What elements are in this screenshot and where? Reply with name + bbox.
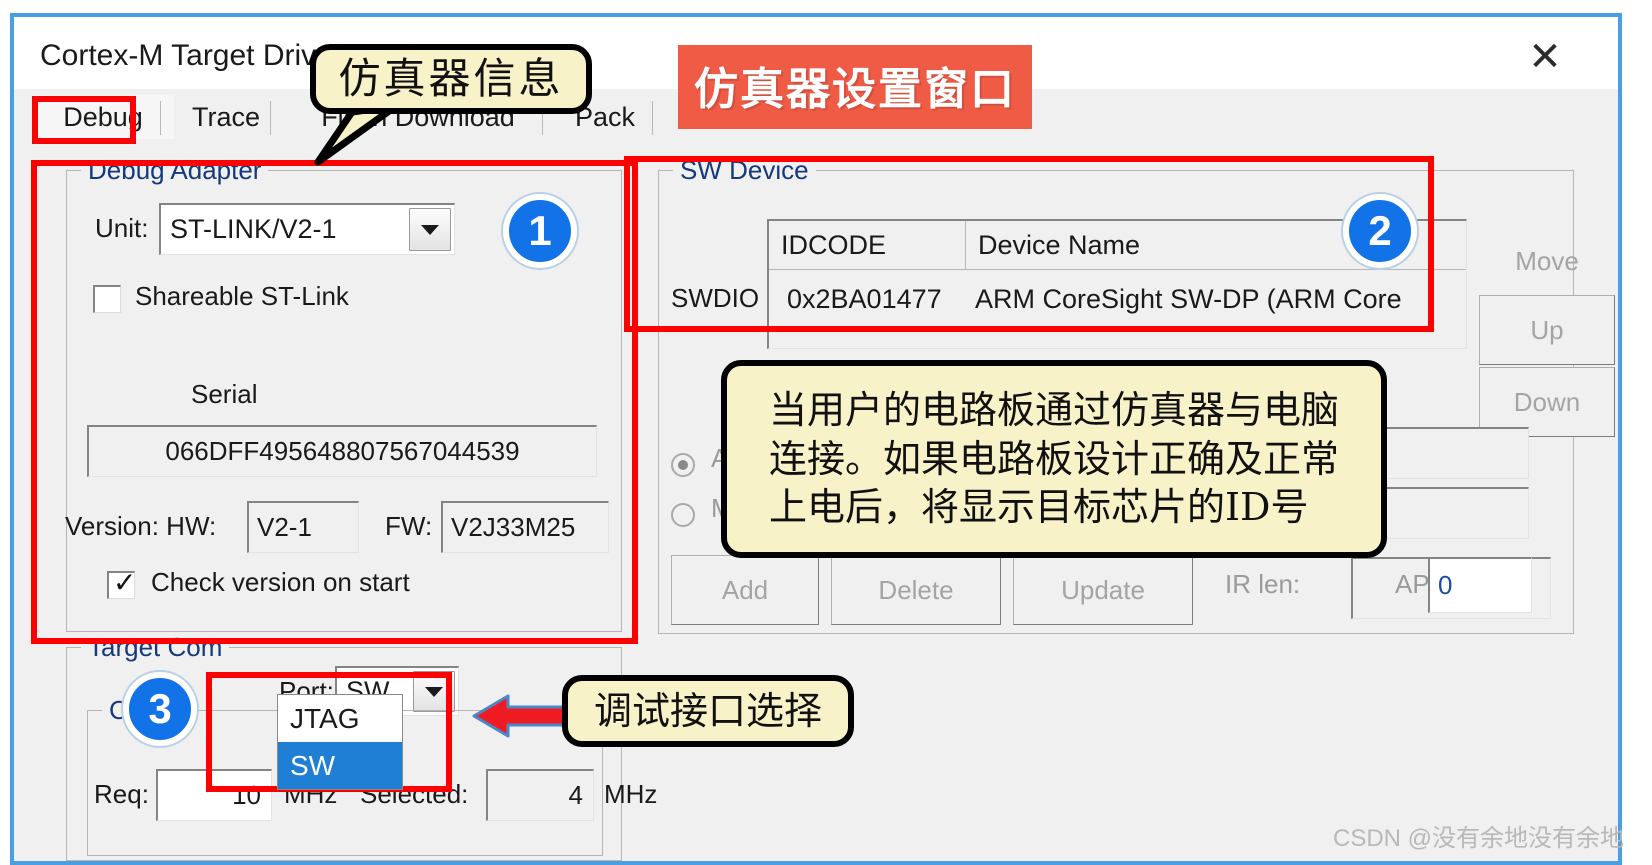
shareable-st-link-checkbox[interactable] [93,285,121,313]
tab-divider [270,101,271,135]
close-icon[interactable]: ✕ [1519,31,1571,83]
callout-idcode-explanation: 当用户的电路板通过仿真器与电脑 连接。如果电路板设计正确及正常 上电后，将显示目… [721,360,1387,558]
cell-idcode: 0x2BA01477 [787,283,942,314]
update-button[interactable]: Update [1013,555,1193,625]
serial-value: 066DFF495648807567044539 [165,436,520,466]
version-label: Version: HW: [65,511,217,541]
unit-combobox[interactable]: ST-LINK/V2-1 [159,203,455,255]
tab-divider [160,101,161,135]
req-clock-field[interactable]: 10 [156,769,272,821]
req-clock-value: 10 [232,780,261,810]
fw-version-field: V2J33M25 [441,501,609,553]
manual-radio[interactable] [671,503,695,527]
port-option-jtag[interactable]: JTAG [278,695,402,742]
check-icon: ✓ [113,567,137,598]
callout-port-select: 调试接口选择 [562,675,854,747]
unit-value: ST-LINK/V2-1 [170,214,337,244]
serial-field: 066DFF495648807567044539 [87,425,597,477]
shareable-st-link-label: Shareable ST-Link [135,281,349,311]
delete-button[interactable]: Delete [831,555,1001,625]
screenshot-root: Cortex-M Target Driver Setup ✕ Debug Tra… [0,0,1652,865]
sw-device-title: SW Device [673,155,816,186]
hw-version-value: V2-1 [257,512,312,542]
port-dropdown-list[interactable]: JTAG SW [277,694,403,790]
badge-3: 3 [123,672,197,746]
column-header-idcode: IDCODE [781,229,887,260]
auto-radio[interactable] [671,453,695,477]
chevron-down-icon[interactable] [409,208,451,251]
fw-label: FW: [385,511,433,541]
unit-label: Unit: [95,213,149,243]
req-label: Req: [94,779,149,809]
selected-clock-value: 4 [568,780,583,810]
port-option-sw[interactable]: SW [278,742,402,789]
ap-field[interactable]: 0 [1428,557,1532,613]
selected-clock-field: 4 [486,769,594,821]
cell-device-name: ARM CoreSight SW-DP (ARM Core [975,283,1402,314]
radio-dot [678,460,688,470]
tab-debug[interactable]: Debug [32,95,174,139]
ir-len-label: IR len: [1225,569,1301,599]
tab-trace-label: Trace [191,101,260,132]
move-up-button[interactable]: Up [1479,295,1615,365]
annotation-red-title: 仿真器设置窗口 [678,45,1032,129]
hw-version-field: V2-1 [247,501,359,553]
callout-emulator-info: 仿真器信息 [310,44,592,114]
swdio-label: SWDIO [671,283,760,313]
debug-adapter-title: Debug Adapter [81,155,269,186]
badge-1: 1 [503,194,577,268]
check-version-checkbox[interactable]: ✓ [107,567,137,599]
ap-value: 0 [1438,570,1453,600]
chevron-down-icon[interactable] [413,671,455,712]
move-label: Move [1515,245,1579,276]
add-button[interactable]: Add [671,555,819,625]
tab-trace[interactable]: Trace [166,95,286,139]
serial-label: Serial [191,379,258,409]
tab-debug-label: Debug [63,101,143,132]
selected-unit-label: MHz [604,779,658,809]
tab-divider [652,101,653,135]
csdn-watermark: CSDN @没有余地没有余地 [1333,825,1625,852]
check-version-label: Check version on start [151,567,410,597]
badge-2: 2 [1343,194,1417,268]
target-com-title: Target Com [81,632,230,663]
fw-version-value: V2J33M25 [451,512,576,542]
